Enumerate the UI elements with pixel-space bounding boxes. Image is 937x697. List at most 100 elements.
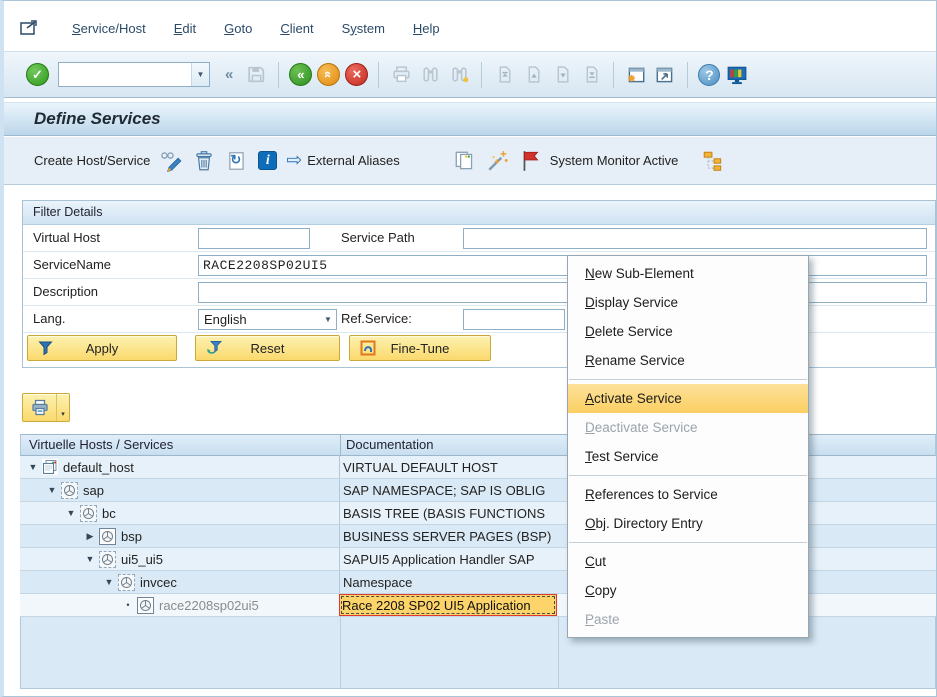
context-menu-item-copy[interactable]: Copy <box>568 576 808 605</box>
expander-open-icon[interactable]: ▼ <box>83 554 97 564</box>
enter-button[interactable]: ✓ <box>26 63 49 86</box>
virtual-host-input[interactable] <box>198 228 310 249</box>
language-select[interactable]: English ▼ <box>198 309 337 330</box>
service-name-label: ServiceName <box>33 257 111 272</box>
reset-button[interactable]: Reset <box>195 335 340 361</box>
tree-name-cell: ▼ bc <box>20 502 339 524</box>
menubar-item-help[interactable]: Help <box>399 17 454 40</box>
delete-trash-icon[interactable] <box>192 149 216 173</box>
context-menu-item-cut[interactable]: Cut <box>568 547 808 576</box>
tree-doc-cell: VIRTUAL DEFAULT HOST <box>339 456 557 478</box>
context-menu-separator <box>569 475 807 476</box>
description-label: Description <box>33 284 98 299</box>
menubar-item-edit[interactable]: Edit <box>160 17 210 40</box>
apply-button[interactable]: Apply <box>27 335 177 361</box>
service-path-label: Service Path <box>341 230 415 245</box>
new-session-icon[interactable] <box>624 63 648 87</box>
ref-service-input[interactable] <box>463 309 565 330</box>
menubar-item-goto[interactable]: Goto <box>210 17 266 40</box>
external-aliases-button[interactable]: External Aliases <box>307 153 400 168</box>
print-button-dropdown-icon[interactable]: ▾ <box>56 394 69 421</box>
tree-doc-cell: BASIS TREE (BASIS FUNCTIONS <box>339 502 557 524</box>
collapse-toolbar-icon[interactable]: « <box>219 66 239 83</box>
context-menu-item-obj-directory-entry[interactable]: Obj. Directory Entry <box>568 509 808 538</box>
copy-window-icon[interactable] <box>453 149 477 173</box>
language-value: English <box>199 312 320 327</box>
display-change-icon[interactable] <box>159 149 183 173</box>
customize-layout-icon[interactable] <box>725 63 749 87</box>
command-field-dropdown-icon[interactable]: ▼ <box>191 63 209 86</box>
leaf-bullet: • <box>121 600 135 610</box>
tree-node-name: invcec <box>140 575 177 590</box>
description-input[interactable] <box>198 282 927 303</box>
expander-open-icon[interactable]: ▼ <box>64 508 78 518</box>
tree-doc-cell: Race 2208 SP02 UI5 Application <box>339 594 557 616</box>
system-menu-icon[interactable] <box>18 17 42 39</box>
service-path-input[interactable] <box>463 228 927 249</box>
namespace-icon <box>118 574 135 591</box>
context-menu-item-deactivate-service: Deactivate Service <box>568 413 808 442</box>
language-dropdown-icon[interactable]: ▼ <box>320 310 336 329</box>
exit-button[interactable]: « <box>317 63 340 86</box>
namespace-icon <box>99 551 116 568</box>
tree-doc-cell: BUSINESS SERVER PAGES (BSP) <box>339 525 557 547</box>
fine-tune-icon <box>359 339 377 357</box>
back-button[interactable]: « <box>289 63 312 86</box>
last-page-icon[interactable] <box>579 63 603 87</box>
save-icon[interactable] <box>244 63 268 87</box>
wizard-icon[interactable] <box>486 149 510 173</box>
context-menu-item-display-service[interactable]: Display Service <box>568 288 808 317</box>
next-page-icon[interactable] <box>550 63 574 87</box>
hierarchy-icon[interactable] <box>701 149 725 173</box>
tree-doc-cell: SAP NAMESPACE; SAP IS OBLIG <box>339 479 557 501</box>
page-title: Define Services <box>34 109 161 129</box>
context-menu: New Sub-ElementDisplay ServiceDelete Ser… <box>567 255 809 638</box>
system-monitor-active-label: System Monitor Active <box>550 153 679 168</box>
fine-tune-button[interactable]: Fine-Tune <box>349 335 491 361</box>
previous-page-icon[interactable] <box>521 63 545 87</box>
create-shortcut-icon[interactable] <box>653 63 677 87</box>
tree-name-cell: ▼default_host <box>20 456 339 478</box>
print-button[interactable]: ▾ <box>22 393 70 422</box>
tree-name-cell: ▼ui5_ui5 <box>20 548 339 570</box>
expander-open-icon[interactable]: ▼ <box>26 462 40 472</box>
find-next-icon[interactable] <box>447 63 471 87</box>
context-menu-item-delete-service[interactable]: Delete Service <box>568 317 808 346</box>
service-name-input[interactable] <box>198 255 927 276</box>
command-field[interactable] <box>59 63 191 86</box>
standard-toolbar: ✓ ▼ « « « × <box>4 51 936 98</box>
menubar-item-client[interactable]: Client <box>266 17 327 40</box>
menu-bar: Service/HostEditGotoClientSystemHelp <box>4 7 936 49</box>
tree-name-cell: •race2208sp02ui5 <box>20 594 339 616</box>
context-menu-item-references-to-service[interactable]: References to Service <box>568 480 808 509</box>
context-menu-item-activate-service[interactable]: Activate Service <box>568 384 808 413</box>
expander-open-icon[interactable]: ▼ <box>102 577 116 587</box>
print-button-printer-icon <box>23 398 56 418</box>
first-page-icon[interactable] <box>492 63 516 87</box>
menubar-item-system[interactable]: System <box>328 17 399 40</box>
context-menu-item-new-sub-element[interactable]: New Sub-Element <box>568 259 808 288</box>
help-icon[interactable]: ? <box>698 64 720 86</box>
print-icon[interactable] <box>389 63 413 87</box>
menu-items: Service/HostEditGotoClientSystemHelp <box>58 17 454 40</box>
context-menu-item-paste: Paste <box>568 605 808 634</box>
tree-name-cell: ▼sap <box>20 479 339 501</box>
expander-open-icon[interactable]: ▼ <box>45 485 59 495</box>
apply-funnel-icon <box>37 339 55 357</box>
context-menu-item-test-service[interactable]: Test Service <box>568 442 808 471</box>
context-menu-item-rename-service[interactable]: Rename Service <box>568 346 808 375</box>
cancel-button[interactable]: × <box>345 63 368 86</box>
filter-details-caption: Filter Details <box>23 201 935 225</box>
host-icon <box>42 459 58 475</box>
create-host-service-button[interactable]: Create Host/Service <box>34 153 150 168</box>
menubar-item-service-host[interactable]: Service/Host <box>58 17 160 40</box>
tree-node-name: bc <box>102 506 116 521</box>
namespace-icon <box>61 482 78 499</box>
info-icon[interactable]: i <box>258 151 277 170</box>
find-icon[interactable] <box>418 63 442 87</box>
expander-closed-icon[interactable]: ▶ <box>83 531 97 542</box>
toolbar-separator <box>613 62 614 88</box>
apply-label: Apply <box>86 341 119 356</box>
tree-doc-cell: SAPUI5 Application Handler SAP <box>339 548 557 570</box>
refresh-icon[interactable]: ↻ <box>225 149 249 173</box>
